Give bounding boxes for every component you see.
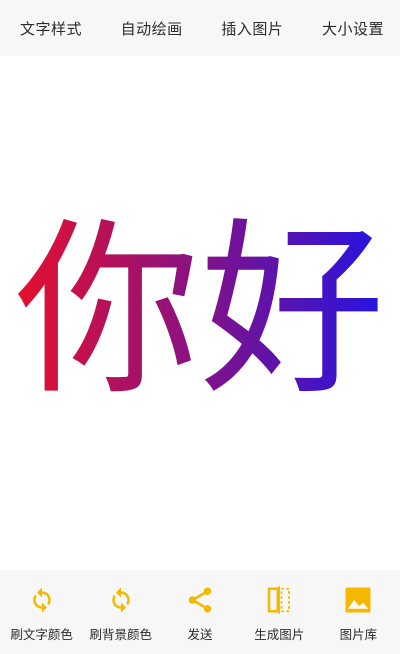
tool-label: 发送 (187, 627, 213, 642)
tool-label: 刷背景颜色 (89, 627, 153, 642)
tool-label: 刷文字颜色 (10, 627, 73, 642)
share-icon (182, 582, 218, 618)
tab-insert-image[interactable]: 插入图片 (221, 18, 283, 39)
top-tab-bar: 文字样式 自动绘画 插入图片 大小设置 (0, 0, 400, 56)
generate-image-button[interactable]: 生成图片 (240, 582, 319, 643)
bottom-toolbar: 刷文字颜色 刷背景颜色 发送 生成图片 图片库 (0, 570, 400, 654)
image-icon (340, 582, 376, 618)
canvas-svg: 你好 (15, 202, 385, 421)
refresh-icon (24, 582, 60, 618)
image-library-button[interactable]: 图片库 (319, 582, 398, 643)
drawing-canvas[interactable]: 你好 (0, 56, 400, 570)
send-button[interactable]: 发送 (160, 582, 239, 643)
canvas-text: 你好 (15, 202, 385, 421)
tab-size-settings[interactable]: 大小设置 (322, 18, 384, 39)
refresh-background-color-button[interactable]: 刷背景颜色 (81, 582, 160, 643)
tool-label: 生成图片 (254, 627, 305, 642)
refresh-text-color-button[interactable]: 刷文字颜色 (2, 582, 81, 643)
tab-text-style[interactable]: 文字样式 (20, 18, 82, 39)
split-page-icon (261, 582, 297, 618)
tab-auto-draw[interactable]: 自动绘画 (121, 18, 183, 39)
tool-label: 图片库 (339, 627, 378, 642)
refresh-icon (103, 582, 139, 618)
